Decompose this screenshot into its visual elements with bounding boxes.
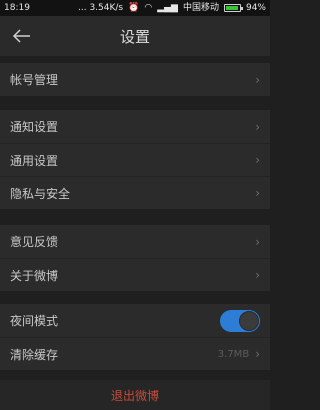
- status-icons: ... 3.54K/s ⏰ ◠ ▂▄▆ 中国移动 94%: [78, 0, 266, 16]
- chevron-right-icon: ›: [255, 186, 260, 200]
- settings-item-general[interactable]: 通用设置 ›: [0, 143, 270, 176]
- logout-button[interactable]: 退出微博: [0, 380, 270, 410]
- settings-group-display: 夜间模式 清除缓存 3.7MB ›: [0, 304, 270, 370]
- night-mode-toggle[interactable]: [220, 309, 260, 332]
- settings-item-label: 关于微博: [10, 268, 59, 283]
- logout-label: 退出微博: [110, 388, 159, 403]
- settings-item-night-mode: 夜间模式: [0, 304, 270, 337]
- network-speed: ... 3.54K/s: [78, 3, 124, 13]
- settings-item-clear-cache[interactable]: 清除缓存 3.7MB ›: [0, 337, 270, 370]
- settings-item-notifications[interactable]: 通知设置 ›: [0, 110, 270, 143]
- battery-icon: [223, 4, 243, 12]
- settings-item-feedback[interactable]: 意见反馈 ›: [0, 225, 270, 258]
- cache-size: 3.7MB: [217, 348, 250, 360]
- settings-item-label: 夜间模式: [10, 314, 59, 328]
- page-title: 设置: [119, 27, 150, 46]
- battery-percent: 94%: [245, 3, 266, 13]
- settings-item-label: 通知设置: [10, 120, 59, 134]
- status-bar: 18:19 ... 3.54K/s ⏰ ◠ ▂▄▆ 中国移动 94%: [0, 0, 270, 16]
- settings-group-account: 帐号管理 ›: [0, 63, 270, 96]
- back-arrow-icon[interactable]: [12, 26, 32, 46]
- settings-group-general: 通知设置 › 通用设置 › 隐私与安全 ›: [0, 110, 270, 209]
- settings-item-label: 意见反馈: [10, 235, 59, 249]
- chevron-right-icon: ›: [255, 72, 260, 87]
- wifi-icon: ◠: [144, 3, 153, 13]
- header-bar: 设置: [0, 16, 270, 56]
- alarm-icon: ⏰: [128, 3, 140, 13]
- settings-item-label: 帐号管理: [10, 73, 59, 87]
- settings-group-feedback: 意见反馈 › 关于微博 ›: [0, 225, 270, 291]
- carrier-name: 中国移动: [182, 3, 219, 13]
- settings-item-about[interactable]: 关于微博 ›: [0, 258, 270, 291]
- chevron-right-icon: ›: [255, 153, 260, 167]
- status-time: 18:19: [4, 3, 30, 13]
- settings-item-label: 隐私与安全: [10, 186, 71, 201]
- settings-item-label: 清除缓存: [10, 347, 59, 362]
- settings-item-label: 通用设置: [10, 153, 59, 168]
- settings-item-account[interactable]: 帐号管理 ›: [0, 63, 270, 96]
- signal-icon: ▂▄▆: [157, 3, 178, 13]
- chevron-right-icon: ›: [255, 234, 260, 249]
- chevron-right-icon: ›: [255, 268, 260, 282]
- chevron-right-icon: ›: [255, 347, 260, 361]
- chevron-right-icon: ›: [255, 119, 260, 134]
- settings-item-privacy[interactable]: 隐私与安全 ›: [0, 176, 270, 209]
- toggle-knob: [239, 310, 259, 331]
